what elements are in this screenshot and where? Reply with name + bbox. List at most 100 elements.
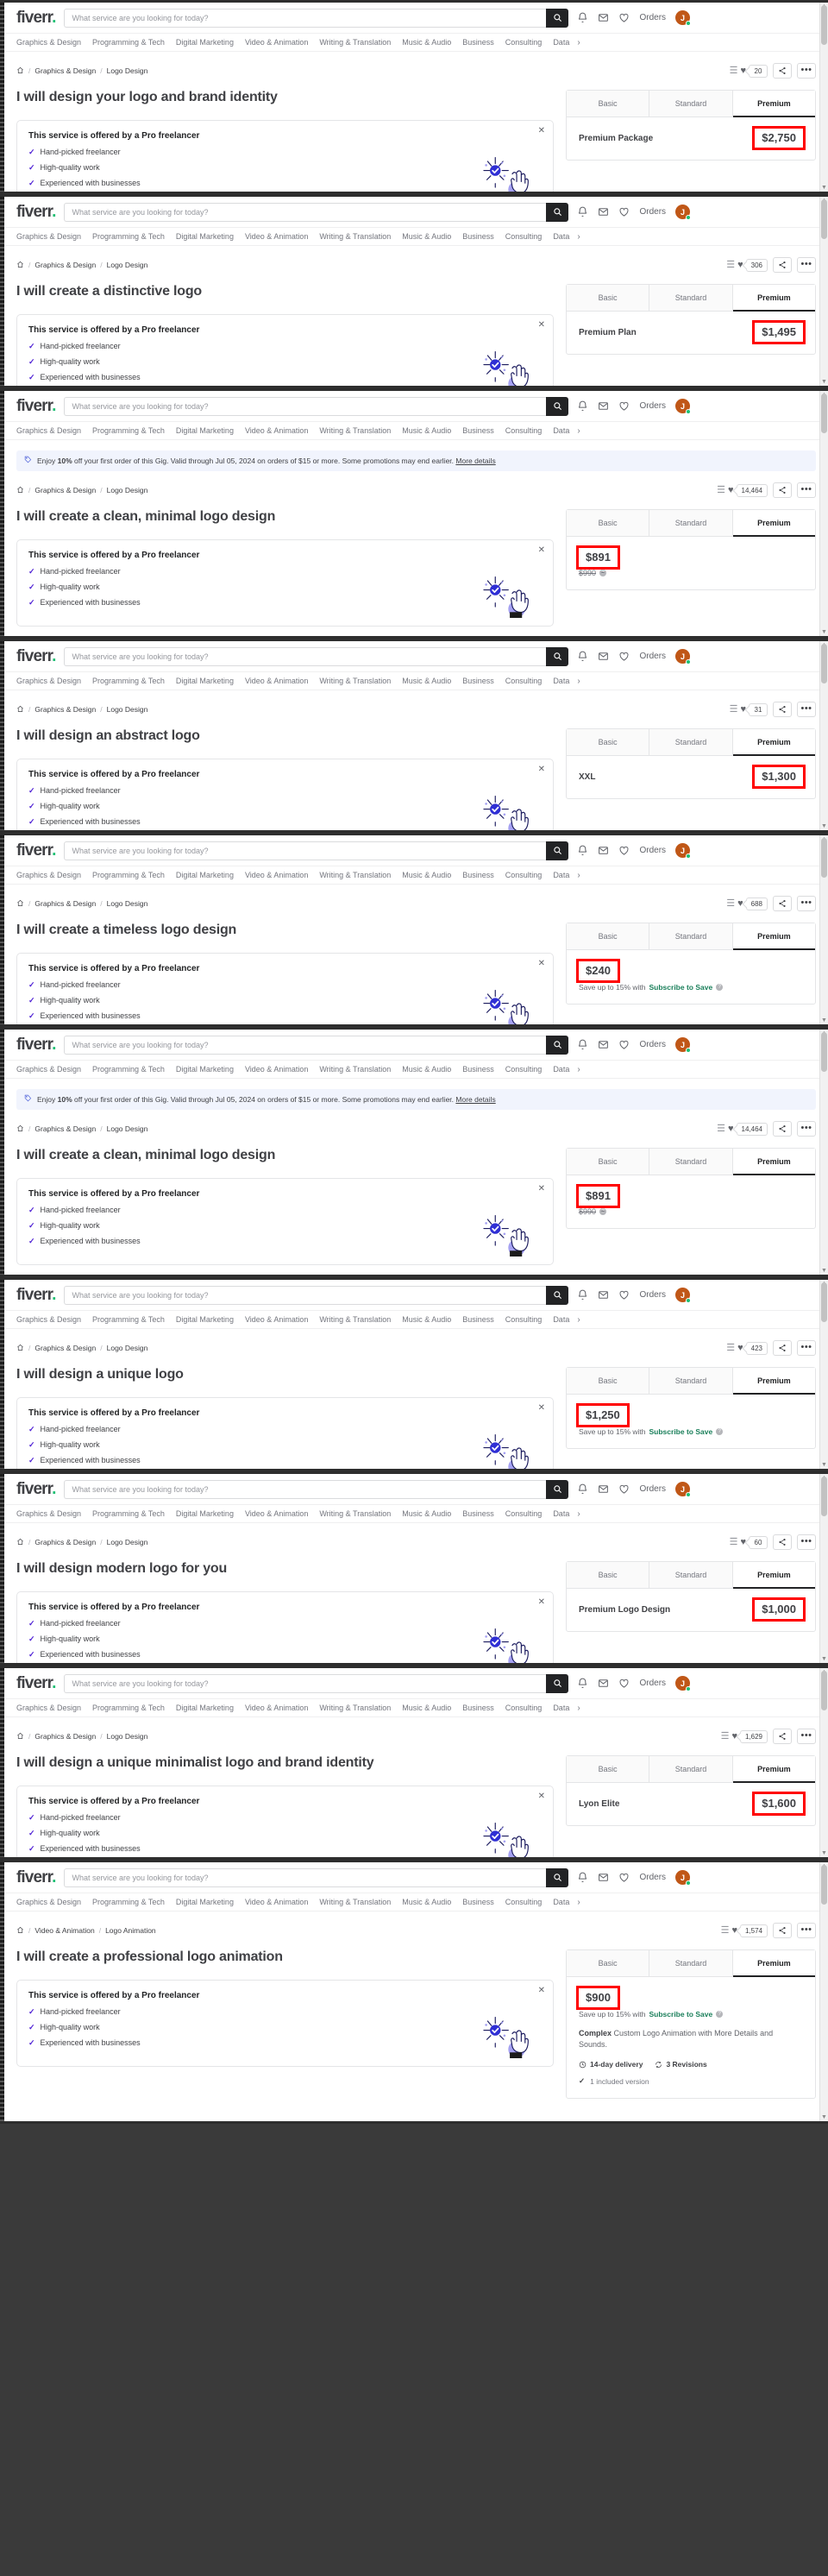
avatar[interactable]: J — [675, 205, 692, 220]
tab-premium[interactable]: Premium — [732, 510, 815, 538]
orders-link[interactable]: Orders — [639, 207, 666, 217]
category-link-programming-tech[interactable]: Programming & Tech — [92, 677, 165, 685]
tab-premium[interactable]: Premium — [732, 1950, 815, 1977]
category-link-digital-marketing[interactable]: Digital Marketing — [176, 1898, 234, 1906]
category-next-chevron-icon[interactable]: › — [577, 426, 580, 436]
home-icon[interactable] — [16, 1732, 24, 1741]
tab-premium[interactable]: Premium — [732, 91, 815, 117]
tab-premium[interactable]: Premium — [732, 285, 815, 312]
category-next-chevron-icon[interactable]: › — [577, 38, 580, 47]
orders-link[interactable]: Orders — [639, 13, 666, 22]
tab-standard[interactable]: Standard — [649, 1149, 733, 1176]
category-link-business[interactable]: Business — [462, 1509, 494, 1518]
notifications-bell-icon[interactable] — [577, 1872, 588, 1883]
category-link-graphics-design[interactable]: Graphics & Design — [16, 38, 81, 47]
tab-basic[interactable]: Basic — [567, 923, 650, 950]
favorites-heart-icon[interactable] — [618, 1872, 630, 1883]
fiverr-logo[interactable]: fiverr. — [16, 1287, 56, 1303]
search-input[interactable] — [64, 396, 547, 416]
category-next-chevron-icon[interactable]: › — [577, 1315, 580, 1325]
favorites-heart-icon[interactable] — [618, 1039, 630, 1050]
scroll-down-arrow-icon[interactable]: ▼ — [820, 1655, 828, 1663]
search-button[interactable] — [546, 1867, 569, 1887]
category-link-music-audio[interactable]: Music & Audio — [402, 1704, 451, 1712]
messages-envelope-icon[interactable] — [598, 1872, 609, 1883]
category-next-chevron-icon[interactable]: › — [577, 871, 580, 880]
category-link-data[interactable]: Data — [553, 1704, 569, 1712]
category-link-music-audio[interactable]: Music & Audio — [402, 871, 451, 879]
collection-lines-icon[interactable]: ☰ — [726, 898, 735, 909]
home-icon[interactable] — [16, 899, 24, 909]
category-link-business[interactable]: Business — [462, 426, 494, 435]
scroll-down-arrow-icon[interactable]: ▼ — [820, 1461, 828, 1469]
favorites-heart-icon[interactable] — [618, 1483, 630, 1495]
tab-basic[interactable]: Basic — [567, 285, 650, 312]
close-icon[interactable]: ✕ — [538, 545, 545, 555]
fiverr-logo[interactable]: fiverr. — [16, 9, 56, 26]
breadcrumb-item-1[interactable]: Graphics & Design — [34, 486, 96, 494]
favorites-heart-icon[interactable] — [618, 400, 630, 412]
category-link-programming-tech[interactable]: Programming & Tech — [92, 232, 165, 241]
category-link-business[interactable]: Business — [462, 1315, 494, 1324]
category-link-writing-translation[interactable]: Writing & Translation — [319, 1315, 391, 1324]
category-link-business[interactable]: Business — [462, 1065, 494, 1074]
scroll-down-arrow-icon[interactable]: ▼ — [820, 1267, 828, 1275]
category-link-business[interactable]: Business — [462, 1898, 494, 1906]
share-button[interactable] — [773, 1534, 792, 1550]
breadcrumb-item-2[interactable]: Logo Design — [107, 66, 148, 75]
tab-premium[interactable]: Premium — [732, 923, 815, 950]
breadcrumb-item-1[interactable]: Graphics & Design — [34, 899, 96, 908]
tab-premium[interactable]: Premium — [732, 1149, 815, 1176]
fiverr-logo[interactable]: fiverr. — [16, 1036, 56, 1053]
category-link-digital-marketing[interactable]: Digital Marketing — [176, 1315, 234, 1324]
category-link-consulting[interactable]: Consulting — [505, 1898, 543, 1906]
search-input[interactable] — [64, 8, 547, 28]
category-next-chevron-icon[interactable]: › — [577, 1509, 580, 1519]
tab-basic[interactable]: Basic — [567, 1950, 650, 1977]
orders-link[interactable]: Orders — [639, 1290, 666, 1300]
panel-scrollbar[interactable]: ▲▼ — [819, 1030, 828, 1275]
category-link-music-audio[interactable]: Music & Audio — [402, 426, 451, 435]
notifications-bell-icon[interactable] — [577, 845, 588, 856]
close-icon[interactable]: ✕ — [538, 1403, 545, 1413]
favorites-heart-icon[interactable] — [618, 1678, 630, 1689]
promo-more-details-link[interactable]: More details — [455, 1095, 495, 1104]
fiverr-logo[interactable]: fiverr. — [16, 1481, 56, 1497]
category-link-writing-translation[interactable]: Writing & Translation — [319, 38, 391, 47]
search-button[interactable] — [546, 1285, 569, 1305]
category-link-business[interactable]: Business — [462, 871, 494, 879]
category-link-graphics-design[interactable]: Graphics & Design — [16, 1315, 81, 1324]
tab-premium[interactable]: Premium — [732, 1756, 815, 1783]
help-icon[interactable]: ? — [599, 1208, 607, 1216]
category-link-digital-marketing[interactable]: Digital Marketing — [176, 1509, 234, 1518]
favorites-heart-icon[interactable] — [618, 12, 630, 23]
tab-standard[interactable]: Standard — [649, 510, 733, 538]
scrollbar-thumb[interactable] — [821, 5, 827, 45]
collection-lines-icon[interactable]: ☰ — [730, 1537, 738, 1547]
avatar[interactable]: J — [675, 1870, 692, 1886]
search-button[interactable] — [546, 8, 569, 28]
breadcrumb-item-1[interactable]: Graphics & Design — [34, 1344, 96, 1352]
category-link-programming-tech[interactable]: Programming & Tech — [92, 871, 165, 879]
share-button[interactable] — [773, 1923, 792, 1938]
tab-premium[interactable]: Premium — [732, 1562, 815, 1589]
category-link-music-audio[interactable]: Music & Audio — [402, 677, 451, 685]
tab-basic[interactable]: Basic — [567, 1368, 650, 1395]
tab-standard[interactable]: Standard — [649, 1950, 733, 1977]
breadcrumb-item-2[interactable]: Logo Design — [107, 705, 148, 714]
category-link-consulting[interactable]: Consulting — [505, 232, 543, 241]
more-options-button[interactable]: ••• — [797, 1534, 816, 1550]
close-icon[interactable]: ✕ — [538, 1792, 545, 1801]
notifications-bell-icon[interactable] — [577, 651, 588, 662]
category-link-consulting[interactable]: Consulting — [505, 1704, 543, 1712]
category-link-consulting[interactable]: Consulting — [505, 38, 543, 47]
tab-premium[interactable]: Premium — [732, 1368, 815, 1395]
fiverr-logo[interactable]: fiverr. — [16, 1869, 56, 1886]
promo-more-details-link[interactable]: More details — [455, 457, 495, 465]
panel-scrollbar[interactable]: ▲▼ — [819, 391, 828, 636]
avatar[interactable]: J — [675, 1037, 692, 1053]
fiverr-logo[interactable]: fiverr. — [16, 1675, 56, 1691]
scrollbar-thumb[interactable] — [821, 1282, 827, 1322]
fiverr-logo[interactable]: fiverr. — [16, 398, 56, 414]
help-icon[interactable]: ? — [599, 570, 607, 577]
